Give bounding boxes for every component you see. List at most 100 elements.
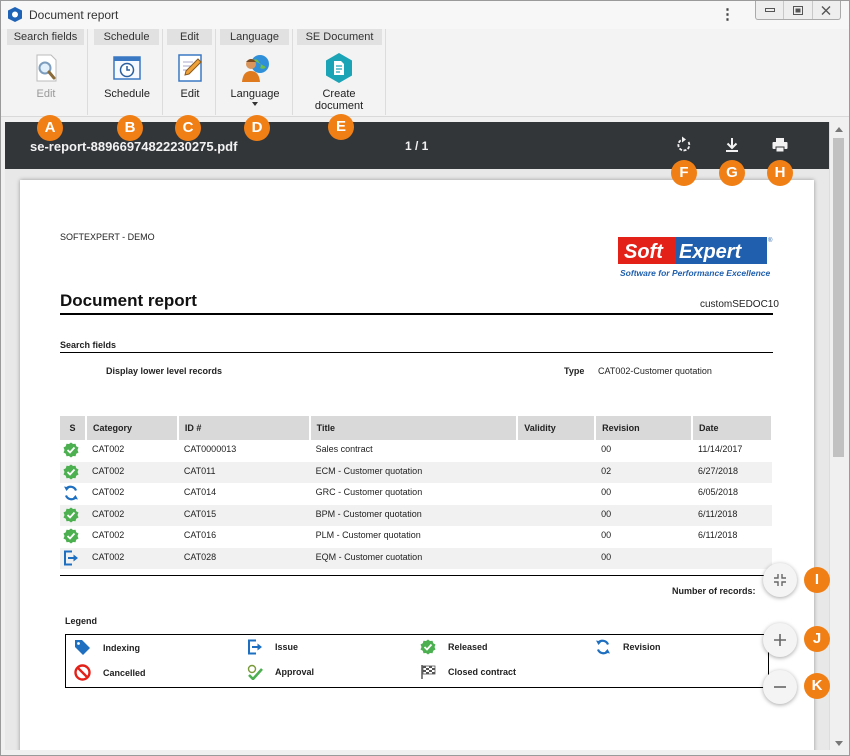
window-title: Document report bbox=[29, 8, 119, 22]
col-header-validity[interactable]: Validity bbox=[517, 416, 597, 440]
minimize-button[interactable] bbox=[756, 1, 785, 19]
table-row: CAT002 CAT014 GRC - Customer quotation 0… bbox=[60, 483, 772, 505]
table-bottom-rule bbox=[60, 575, 773, 576]
scroll-thumb[interactable] bbox=[833, 138, 844, 457]
kebab-menu-icon[interactable]: ⋮ bbox=[720, 6, 735, 24]
status-cell bbox=[60, 461, 86, 483]
validity-cell bbox=[517, 440, 595, 462]
legend-label: Cancelled bbox=[103, 667, 146, 678]
lower-level-label: Display lower level records bbox=[106, 366, 223, 376]
callout-badge-j: J bbox=[804, 626, 830, 652]
legend-box: Indexing Issue Released Revision Cancell… bbox=[65, 634, 769, 688]
schedule-button[interactable]: Schedule bbox=[92, 49, 162, 111]
status-cell bbox=[60, 547, 86, 569]
date-cell: 6/05/2018 bbox=[698, 487, 739, 497]
col-header-category[interactable]: Category bbox=[85, 416, 179, 440]
rotate-icon[interactable] bbox=[674, 135, 694, 155]
callout-badge-a: A bbox=[37, 115, 63, 141]
legend-label: Issue bbox=[275, 642, 299, 652]
checkered-flag-icon bbox=[421, 665, 436, 679]
create-document-icon bbox=[326, 53, 352, 83]
print-icon[interactable] bbox=[770, 135, 790, 155]
col-header-revision[interactable]: Revision bbox=[595, 416, 693, 440]
category-cell: CAT002 bbox=[85, 504, 178, 526]
callout-badge-b: B bbox=[117, 115, 143, 141]
pdf-filename: se-report-88966974822230275.pdf bbox=[30, 139, 238, 154]
close-button[interactable] bbox=[813, 1, 840, 19]
id-cell: CAT0000013 bbox=[183, 444, 237, 454]
callout-badge-f: F bbox=[671, 160, 697, 186]
page-indicator: 1 / 1 bbox=[405, 139, 429, 153]
callout-badge-h: H bbox=[767, 160, 793, 186]
ribbon-group-search-fields: Search fields Edit bbox=[4, 29, 88, 115]
download-icon[interactable] bbox=[722, 135, 742, 155]
released-icon bbox=[63, 442, 79, 458]
legend-label: Approval bbox=[275, 667, 315, 677]
approval-icon bbox=[247, 664, 263, 680]
date-cell: 6/27/2018 bbox=[692, 461, 772, 483]
col-header-id[interactable]: ID # bbox=[177, 416, 311, 440]
revision-cell: 00 bbox=[595, 504, 692, 526]
date-cell: 6/11/2018 bbox=[692, 504, 772, 526]
date-cell: 6/11/2018 bbox=[698, 530, 738, 540]
status-cell bbox=[60, 440, 86, 462]
close-icon bbox=[821, 5, 831, 15]
title-cell: BPM - Customer quotation bbox=[309, 504, 518, 526]
button-label: Schedule bbox=[104, 88, 150, 100]
legend-label: Closed contract bbox=[448, 667, 517, 677]
col-header-date[interactable]: Date bbox=[692, 416, 773, 440]
col-header-title[interactable]: Title bbox=[309, 416, 519, 440]
ribbon-group-edit: Edit Edit bbox=[164, 29, 216, 115]
window-controls bbox=[755, 1, 841, 20]
create-document-button[interactable]: Create document bbox=[304, 49, 374, 112]
group-title: Search fields bbox=[7, 29, 84, 45]
dropdown-caret-icon bbox=[252, 102, 258, 106]
legend-item-issue: Issue bbox=[247, 639, 298, 655]
validity-cell bbox=[517, 504, 596, 526]
validity-cell bbox=[517, 483, 595, 505]
button-label: Edit bbox=[180, 88, 200, 100]
callout-badge-d: D bbox=[244, 115, 270, 141]
status-cell bbox=[60, 526, 86, 548]
logo-text-expert: Expert bbox=[679, 241, 743, 263]
released-icon bbox=[420, 639, 436, 655]
col-header-status[interactable]: S bbox=[60, 416, 87, 440]
category-cell: CAT002 bbox=[85, 547, 178, 569]
logo-tagline: Software for Performance Excellence bbox=[620, 268, 771, 278]
id-cell: CAT016 bbox=[183, 530, 217, 540]
button-label: Create document bbox=[314, 88, 364, 112]
report-title: Document report bbox=[60, 291, 197, 310]
title-cell: GRC - Customer quotation bbox=[315, 487, 423, 497]
scroll-up-arrow-icon[interactable] bbox=[835, 127, 843, 132]
restore-button[interactable] bbox=[784, 1, 813, 19]
title-cell: Sales contract bbox=[315, 444, 373, 454]
validity-cell bbox=[517, 526, 595, 548]
ribbon: Search fields Edit Schedule Schedule Edi… bbox=[1, 29, 849, 117]
title-cell: EQM - Customer cuotation bbox=[309, 547, 518, 569]
id-cell: CAT014 bbox=[183, 487, 217, 497]
title-cell: ECM - Customer quotation bbox=[309, 461, 518, 483]
zoom-out-button[interactable] bbox=[763, 670, 797, 704]
released-icon bbox=[63, 507, 79, 522]
collapse-button[interactable] bbox=[763, 563, 797, 597]
zoom-in-button[interactable] bbox=[763, 623, 797, 657]
legend-label: Indexing bbox=[103, 642, 141, 653]
language-button[interactable]: Language bbox=[220, 49, 290, 111]
scroll-down-arrow-icon[interactable] bbox=[835, 741, 843, 746]
button-label: Edit bbox=[36, 88, 56, 100]
report-doc-id: customSEDOC10 bbox=[700, 299, 779, 310]
records-count-label: Number of records: bbox=[672, 586, 756, 596]
clock-icon bbox=[113, 56, 141, 80]
edit-button[interactable]: Edit bbox=[155, 49, 225, 111]
tag-icon bbox=[75, 640, 90, 655]
revision-icon bbox=[596, 639, 610, 655]
search-fields-edit-button[interactable]: Edit bbox=[11, 49, 81, 111]
callout-badge-k: K bbox=[804, 673, 830, 699]
status-cell bbox=[60, 483, 86, 505]
group-title: Schedule bbox=[94, 29, 159, 45]
ribbon-group-se-document: SE Document Create document bbox=[294, 29, 386, 115]
legend-item-cancelled: Cancelled bbox=[74, 664, 146, 681]
revision-cell: 00 bbox=[601, 530, 612, 540]
legend-item-revision: Revision bbox=[595, 639, 661, 655]
vertical-scrollbar[interactable] bbox=[829, 122, 848, 750]
